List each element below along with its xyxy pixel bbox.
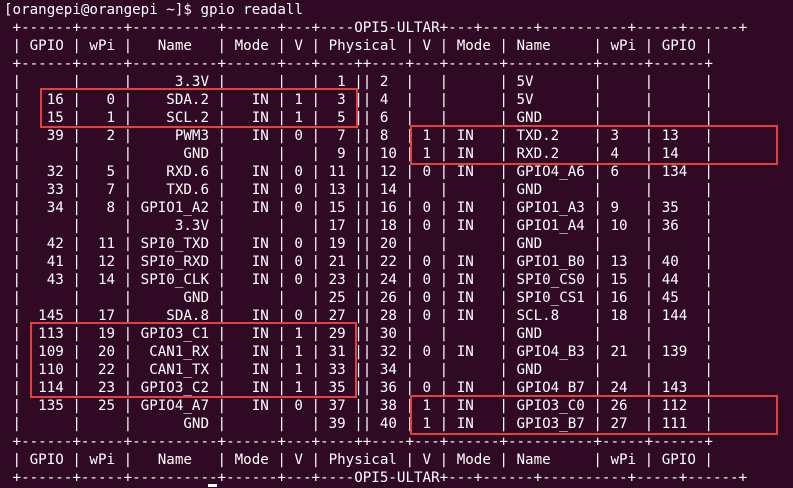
highlight-box-i2c2-pins (40, 88, 358, 128)
highlight-box-can1-pins (30, 322, 357, 398)
table-footer-separator: +------+-----+----------+------+---+----… (4, 434, 713, 450)
table-border-bottom: +------+-----+----------+------+---+----… (4, 470, 748, 486)
table-row: | 41 | 12 | SPI0_RXD | IN | 0 | 21 || 22… (4, 254, 713, 270)
table-separator: +------+-----+----------+------+---+----… (4, 56, 713, 72)
command-prompt: [orangepi@orangepi ~]$ gpio readall (4, 2, 303, 18)
highlight-box-uart2-pins (410, 125, 778, 165)
table-row: | 33 | 7 | TXD.6 | IN | 0 | 13 || 14 | |… (4, 182, 713, 198)
text-cursor (208, 484, 217, 487)
table-row: | 34 | 8 | GPIO1_A2 | IN | 0 | 15 || 16 … (4, 200, 713, 216)
table-row: | 43 | 14 | SPI0_CLK | IN | 0 | 23 || 24… (4, 272, 713, 288)
terminal-window[interactable]: [orangepi@orangepi ~]$ gpio readall +---… (0, 0, 793, 488)
table-row: | | | GND | | | 25 || 26 | 0 | IN | SPI0… (4, 290, 713, 306)
table-row: | | | 3.3V | | | 17 || 18 | 0 | IN | GPI… (4, 218, 713, 234)
table-row: | 42 | 11 | SPI0_TXD | IN | 0 | 19 || 20… (4, 236, 713, 252)
table-footer: | GPIO | wPi | Name | Mode | V | Physica… (4, 452, 713, 468)
highlight-box-gpio3-pins (410, 395, 778, 435)
table-header: | GPIO | wPi | Name | Mode | V | Physica… (4, 38, 713, 54)
table-border-top: +------+-----+----------+------+---+----… (4, 20, 748, 36)
table-row: | 32 | 5 | RXD.6 | IN | 0 | 11 || 12 | 0… (4, 164, 713, 180)
